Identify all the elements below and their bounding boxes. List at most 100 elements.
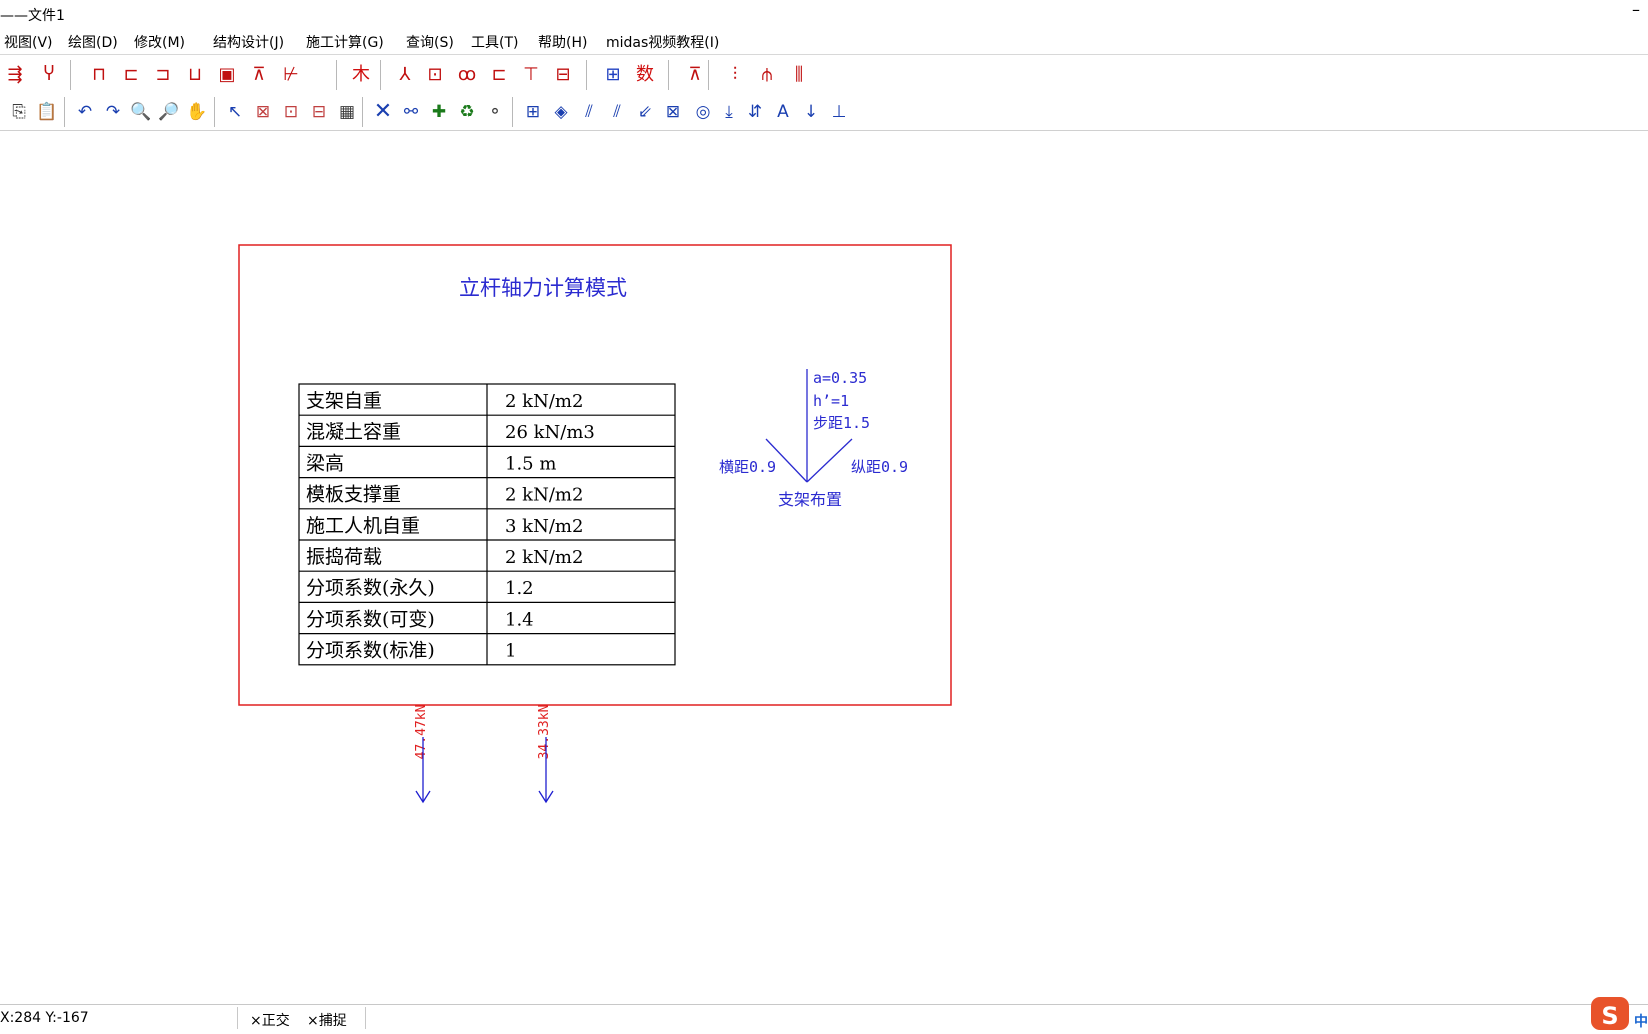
select-all-icon[interactable]: ⊡ (278, 99, 304, 125)
link-icon[interactable]: ⚯ (398, 99, 424, 125)
toolbar-separator (336, 60, 338, 90)
table-row-value: 1 (505, 641, 516, 662)
delete-icon[interactable]: ✕ (370, 99, 396, 125)
copy-icon[interactable]: ⎘ (6, 99, 32, 125)
svg-text:中: 中 (1634, 1013, 1648, 1030)
arch-icon[interactable]: ꝏ (454, 62, 480, 88)
minimize-button[interactable]: – (1632, 0, 1640, 19)
select-icon[interactable]: ↖ (222, 99, 248, 125)
toolbar-structure: ⇶ Ⴤ ⊓ ⊏ ⊐ ⊔ ▣ ⊼ ⊬ 木 ⅄ ⊡ ꝏ ⊏ ⊤ ⊟ ⊞ 数 ⊼ ⫶ ⫛ ⫼ (0, 56, 1648, 94)
force-arrow-2: 34.33kN (537, 705, 554, 804)
axis-icon[interactable]: ⫶ (722, 62, 748, 88)
move-icon[interactable]: ✚ (426, 99, 452, 125)
select-window-icon[interactable]: ⊠ (250, 99, 276, 125)
toolbar-separator (668, 60, 670, 90)
title-bar: ——文件1 – (0, 0, 1648, 28)
toolbar-separator (214, 97, 216, 127)
circle-icon[interactable]: ◎ (690, 99, 716, 125)
window-title: ——文件1 (0, 8, 65, 24)
frame-2-icon[interactable]: ⊏ (118, 62, 144, 88)
menu-view[interactable]: 视图(V) (4, 32, 53, 52)
menu-query[interactable]: 查询(S) (406, 32, 454, 52)
letter-a-icon[interactable]: A (770, 99, 796, 125)
frame-5-icon[interactable]: ▣ (214, 62, 240, 88)
support-1-icon[interactable]: ⊡ (422, 62, 448, 88)
ime-sogou-icon[interactable]: S 中 (1588, 994, 1648, 1030)
frame-7-icon[interactable]: ⊬ (278, 62, 304, 88)
frame-4-icon[interactable]: ⊔ (182, 62, 208, 88)
table-row-label: 施工人机自重 (306, 515, 420, 537)
ortho-toggle[interactable]: ×正交 (250, 1010, 290, 1030)
table-row-label: 分项系数(可变) (306, 608, 435, 630)
support-layout-caption: 支架布置 (778, 490, 842, 509)
menu-tools[interactable]: 工具(T) (471, 32, 518, 52)
table-row-value: 2 kN/m2 (505, 547, 583, 568)
parameter-table: 支架自重 2 kN/m2 混凝土容重 26 kN/m3 梁高 1.5 m 模板支撑重 2 kN… (298, 383, 676, 666)
cut-tool-icon[interactable]: Ⴤ (36, 62, 62, 88)
deselect-icon[interactable]: ⊟ (306, 99, 332, 125)
pan-hand-icon[interactable]: ✋ (184, 99, 210, 125)
section-5-icon[interactable]: ⇙ (632, 99, 658, 125)
status-bar: X:284 Y:-167 ×正交 ×捕捉 (0, 1004, 1648, 1031)
transverse-spacing-label: 横距0.9 (719, 458, 776, 476)
paste-icon[interactable]: 📋 (34, 99, 60, 125)
frame-1-icon[interactable]: ⊓ (86, 62, 112, 88)
zoom-in-icon[interactable]: 🔎 (156, 99, 182, 125)
arrow-down-icon[interactable]: ⤓ (716, 99, 742, 125)
menu-help[interactable]: 帮助(H) (538, 32, 587, 52)
table-row-label: 模板支撑重 (306, 484, 401, 506)
spacing-a-label: a=0.35 (813, 369, 867, 387)
drawing-title: 立杆轴力计算模式 (459, 276, 627, 300)
table-row-label: 支架自重 (306, 390, 382, 412)
table-row-value: 2 kN/m2 (505, 485, 583, 506)
table-row-label: 梁高 (306, 452, 344, 474)
undo-icon[interactable]: ↶ (72, 99, 98, 125)
timber-icon[interactable]: 木 (348, 62, 374, 88)
beam-2-icon[interactable]: ⊏ (486, 62, 512, 88)
pier-icon[interactable]: ⫛ (754, 62, 780, 88)
menu-midas-video[interactable]: midas视频教程(I) (606, 32, 719, 52)
menu-modify[interactable]: 修改(M) (134, 32, 185, 52)
cursor-coordinates: X:284 Y:-167 (0, 1010, 89, 1026)
section-6-icon[interactable]: ⊠ (660, 99, 686, 125)
force-arrow-1: 47.47kN (414, 705, 431, 804)
node-link-icon[interactable]: ⚬ (482, 99, 508, 125)
node-icon[interactable]: ⅄ (392, 62, 418, 88)
table-row-label: 分项系数(永久) (306, 577, 435, 599)
toolbar-separator (708, 60, 710, 90)
toolbar-separator (70, 60, 72, 90)
bracket-icon[interactable]: ⊟ (550, 62, 576, 88)
toolbar-separator (380, 60, 382, 90)
force-f-icon[interactable]: ↓ (798, 99, 824, 125)
section-2-icon[interactable]: ◈ (548, 99, 574, 125)
frame-6-icon[interactable]: ⊼ (246, 62, 272, 88)
frame-3-icon[interactable]: ⊐ (150, 62, 176, 88)
snap-toggle[interactable]: ×捕捉 (307, 1010, 347, 1030)
number-icon[interactable]: 数 (632, 62, 658, 88)
base-icon[interactable]: ⊥ (826, 99, 852, 125)
toolbar-separator (64, 97, 66, 127)
load-icon[interactable]: ⊼ (682, 62, 708, 88)
zoom-out-icon[interactable]: 🔍 (128, 99, 154, 125)
column-icon[interactable]: ⊤ (518, 62, 544, 88)
beam-tool-icon[interactable]: ⇶ (2, 62, 28, 88)
table-row-label: 混凝土容重 (306, 421, 401, 443)
section-4-icon[interactable]: ⫽ (604, 99, 630, 125)
arrow-double-icon[interactable]: ⇵ (742, 99, 768, 125)
menu-construction-calc[interactable]: 施工计算(G) (306, 32, 384, 52)
pile-icon[interactable]: ⫼ (786, 62, 812, 88)
support-layout-diagram: a=0.35 h’=1 步距1.5 横距0.9 纵距0.9 支架布置 (719, 369, 908, 509)
refresh-icon[interactable]: ♻ (454, 99, 480, 125)
drawing-canvas[interactable]: 立杆轴力计算模式 支架自重 2 kN/m2 混凝土容重 26 kN/m3 梁高 1.5 m… (0, 132, 1648, 1002)
section-1-icon[interactable]: ⊞ (520, 99, 546, 125)
calc-icon[interactable]: ⊞ (600, 62, 626, 88)
menu-draw[interactable]: 绘图(D) (68, 32, 118, 52)
redo-icon[interactable]: ↷ (100, 99, 126, 125)
menu-structure[interactable]: 结构设计(J) (213, 32, 284, 52)
table-row-value: 3 kN/m2 (505, 516, 583, 537)
section-3-icon[interactable]: ⫽ (576, 99, 602, 125)
toolbar-separator (512, 97, 514, 127)
step-distance-label: 步距1.5 (813, 414, 870, 432)
grid-icon[interactable]: ▦ (334, 99, 360, 125)
force-label-1: 47.47kN (414, 705, 429, 760)
